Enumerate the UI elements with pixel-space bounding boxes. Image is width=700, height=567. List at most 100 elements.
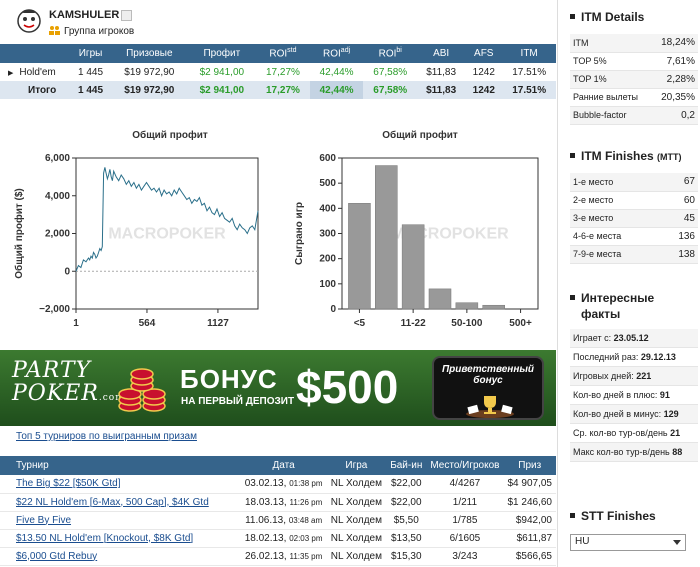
stt-type-select[interactable]: HU [570, 534, 686, 551]
tournament-place: 6/1605 [426, 529, 504, 548]
fact-item: Ср. кол-во тур-ов/день 21 [570, 424, 698, 443]
tournament-row: $13.50 NL Hold'em [Knockout, $8K Gtd] 18.… [0, 529, 556, 548]
profit-chart-title: Общий профит [132, 130, 208, 141]
stats-header[interactable]: AFS [465, 44, 503, 63]
stats-header[interactable]: ITM [502, 44, 556, 63]
fact-item: Макс кол-во тур-в/день 88 [570, 443, 698, 462]
stats-cell: $19 972,90 [111, 63, 188, 81]
fact-item: Кол-во дней в плюс: 91 [570, 386, 698, 405]
tournament-name-link[interactable]: $13.50 NL Hold'em [Knockout, $8K Gtd] [0, 529, 241, 548]
y-tick-label: 300 [319, 229, 336, 240]
x-tick-label: 50-100 [451, 318, 483, 329]
stats-header[interactable]: Игры [70, 44, 112, 63]
stats-cell: 67,58% [363, 81, 418, 99]
stat-value: 138 [660, 245, 698, 264]
partypoker-banner[interactable]: PARTY POKER.com БОНУС НА ПЕРВЫЙ ДЕПОЗИТ … [0, 350, 556, 426]
stat-value: 18,24% [651, 34, 698, 53]
tournament-name-link[interactable]: $22 NL Hold'em [6-Max, 500 Cap], $4K Gtd [0, 493, 241, 512]
itm-details-table: ITM 18,24% TOP 5% 7,61% TOP 1% 2,28% Ранние вы… [570, 34, 698, 125]
tournament-row: Five By Five 11.06.13, 03:48 am NL Холдем $… [0, 511, 556, 530]
y-tick-label: 400 [319, 203, 336, 214]
stats-cell: 1242 [465, 81, 503, 99]
flag-icon [121, 10, 132, 21]
tourn-header[interactable]: Игра [326, 456, 387, 475]
itm-finishes-title: ITM Finishes (MTT) [570, 149, 682, 163]
finish-row: 7-9-е места 138 [570, 245, 698, 264]
tournament-game: NL Холдем [326, 547, 387, 566]
stat-label: TOP 5% [570, 52, 652, 71]
stats-header[interactable]: ROIbi [363, 44, 418, 63]
tournament-buyin: $5,50 [386, 511, 427, 530]
itm-row: Ранние вылеты 20,35% [570, 88, 698, 107]
chevron-down-icon [673, 540, 681, 545]
stats-header-blank [0, 44, 70, 63]
fact-item: Последний раз: 29.12.13 [570, 348, 698, 367]
stats-cell: 17.51% [502, 63, 556, 81]
tournament-game: NL Холдем [326, 529, 387, 548]
stat-label: Ранние вылеты [570, 88, 652, 107]
tournament-place: 3/243 [426, 547, 504, 566]
tourn-header[interactable]: Приз [503, 456, 556, 475]
y-tick-label: 2,000 [45, 229, 70, 240]
x-tick-label: 1127 [207, 318, 229, 329]
expand-arrow-icon[interactable]: ▶ [8, 70, 13, 77]
finish-row: 2-е место 60 [570, 191, 698, 210]
banner-amount: $500 [296, 361, 399, 413]
stats-table: Игры Призовые Профит ROIstd ROIadj ROIbi… [0, 44, 556, 99]
tournament-buyin: $22,00 [386, 475, 427, 494]
itm-row: TOP 5% 7,61% [570, 52, 698, 71]
y-tick-label: 500 [319, 178, 336, 189]
stats-header[interactable]: ROIstd [256, 44, 310, 63]
finish-row: 3-е место 45 [570, 209, 698, 228]
stats-header[interactable]: Призовые [111, 44, 188, 63]
trophy-icon [466, 396, 514, 418]
stt-finishes-title: STT Finishes [570, 509, 656, 523]
tournament-prize: $942,00 [503, 511, 556, 530]
player-group[interactable]: Группа игроков [49, 25, 134, 37]
tournament-name-link[interactable]: $6,000 Gtd Rebuy [0, 547, 241, 566]
bar [348, 203, 371, 310]
tournament-prize: $566,65 [503, 547, 556, 566]
tourn-header[interactable]: Место/Игроков [426, 456, 504, 475]
tournament-name-link[interactable]: The Big $22 [$50K Gtd] [0, 475, 241, 494]
stats-row-name[interactable]: ▶ Hold'em [0, 63, 70, 81]
stats-header[interactable]: ROIadj [309, 44, 364, 63]
tournament-row: $22 NL Hold'em [6-Max, 500 Cap], $4K Gtd… [0, 493, 556, 512]
tournament-date: 18.03.13, 11:26 pm [240, 493, 327, 512]
stats-header[interactable]: ABI [417, 44, 466, 63]
stats-row-total: Итого 1 445 $19 972,90 $2 941,00 17,27% … [0, 81, 556, 99]
group-icon [49, 26, 60, 35]
stats-header-row: Игры Призовые Профит ROIstd ROIadj ROIbi… [0, 44, 556, 63]
stat-value: 136 [660, 227, 698, 246]
tournament-name-link[interactable]: Five By Five [0, 511, 241, 530]
sidebar: ITM Details ITM 18,24% TOP 5% 7,61% TOP 1% 2,… [557, 0, 700, 567]
stats-row-holdem[interactable]: ▶ Hold'em 1 445 $19 972,90 $2 941,00 17,2… [0, 63, 556, 81]
y-tick-label: 200 [319, 254, 336, 265]
stats-cell: $11,83 [417, 63, 466, 81]
tournament-game: NL Холдем [326, 493, 387, 512]
avatar-icon [17, 9, 41, 33]
top5-tournaments-link[interactable]: Топ 5 турниров по выигранным призам [16, 431, 197, 442]
stat-value: 2,28% [651, 70, 698, 89]
bar [401, 224, 425, 310]
y-axis-label: Общий профит ($) [13, 188, 25, 279]
player-name: KAMSHULER [49, 9, 120, 21]
stat-label: TOP 1% [570, 70, 652, 89]
itm-row: ITM 18,24% [570, 34, 698, 53]
bar [428, 288, 452, 310]
player-group-label: Группа игроков [64, 26, 135, 37]
tourn-header[interactable]: Бай-ин [386, 456, 427, 475]
tournament-game: NL Холдем [326, 475, 387, 494]
banner-badge: Приветственный бонус [432, 356, 544, 420]
itm-row: Bubble-factor 0,2 [570, 106, 698, 125]
y-tick-label: 0 [330, 304, 336, 315]
stats-cell: 1 445 [70, 81, 112, 99]
buyin-bar-chart: MACROPOKER6005004003002001000<5 11-22 50-1… [294, 153, 539, 329]
stats-header[interactable]: Профит [187, 44, 257, 63]
tourn-header[interactable]: Дата [240, 456, 327, 475]
x-tick-label: 1 [73, 318, 79, 329]
tourn-header[interactable]: Турнир [0, 456, 241, 475]
fact-item: Играет с: 23.05.12 [570, 329, 698, 348]
tournament-row: The Big $22 [$50K Gtd] 03.02.13, 01:38 pm… [0, 475, 556, 494]
y-tick-label: 600 [319, 153, 336, 164]
